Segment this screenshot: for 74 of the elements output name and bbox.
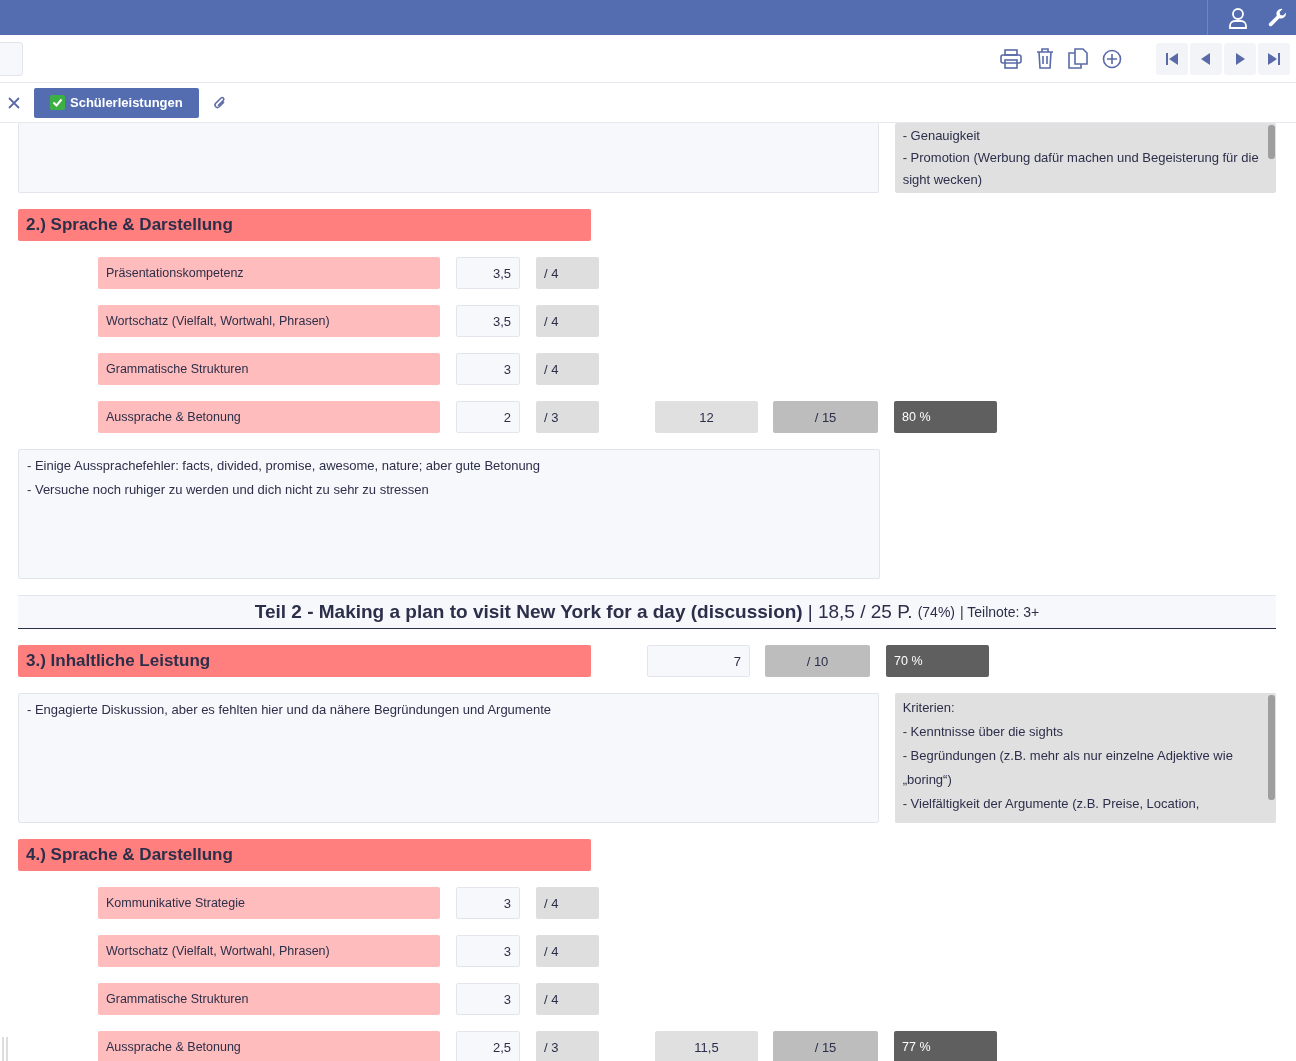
input-field[interactable]: [0, 41, 23, 76]
print-icon[interactable]: [1000, 48, 1022, 69]
criterion-label: Grammatische Strukturen: [98, 983, 440, 1015]
max-points-label: / 4: [536, 353, 599, 385]
score-field[interactable]: 3,5: [456, 305, 520, 337]
score-field[interactable]: 3: [456, 935, 520, 967]
last-page-button[interactable]: [1258, 42, 1290, 75]
triangle-left-icon: [1199, 51, 1213, 66]
criteria-text: - Promotion (Werbung dafür machen und Begeisterung für die sight wecken): [902, 149, 1260, 189]
copy-icon[interactable]: [1068, 48, 1088, 69]
score-field[interactable]: 3: [456, 983, 520, 1015]
total-score-field[interactable]: 7: [647, 645, 750, 677]
part-title: Teil 2 - Making a plan to visit New York for a day (discussion): [254, 601, 803, 623]
close-icon[interactable]: [8, 96, 20, 109]
criterion-label: Grammatische Strukturen: [98, 353, 440, 385]
total-score-field[interactable]: 11,5: [655, 1031, 758, 1061]
max-points-label: / 3: [536, 401, 599, 433]
max-points-label: / 4: [536, 257, 599, 289]
comment-field[interactable]: [18, 123, 879, 193]
resize-handle-icon[interactable]: [2, 1037, 8, 1061]
max-points-label: / 4: [536, 887, 599, 919]
criterion-label: Präsentationskompetenz: [98, 257, 440, 289]
section-header: 4.) Sprache & Darstellung: [18, 839, 591, 871]
comment-field[interactable]: - Einige Aussprachefehler: facts, divided, promise, awesome, nature; aber gute Betonung - Versuche noch ruhiger zu werden und dich nicht zu sehr zu stressen: [18, 449, 880, 579]
criterion-label: Aussprache & Betonung: [98, 1031, 440, 1061]
max-points-label: / 4: [536, 983, 599, 1015]
trash-icon[interactable]: [1036, 48, 1054, 69]
scrollbar-thumb[interactable]: [1268, 125, 1275, 159]
comment-text: - Einige Aussprachefehler: facts, divided, promise, awesome, nature; aber gute Betonung: [27, 457, 542, 475]
max-points-label: / 3: [536, 1031, 599, 1061]
paperclip-icon[interactable]: [212, 94, 227, 111]
total-score-field[interactable]: 12: [655, 401, 758, 433]
criterion-label: Kommunikative Strategie: [98, 887, 440, 919]
criteria-text: - Begründungen (z.B. mehr als nur einzelne Adjektive wie „boring“): [902, 747, 1234, 789]
triangle-right-icon: [1233, 51, 1247, 66]
comment-field[interactable]: - Engagierte Diskussion, aber es fehlten hier und da nähere Begründungen und Argumente: [18, 693, 879, 823]
score-field[interactable]: 3: [456, 887, 520, 919]
percent-label: 77 %: [894, 1031, 997, 1061]
tab[interactable]: Schülerleistungen: [34, 87, 199, 118]
max-points-label: / 4: [536, 935, 599, 967]
max-points-label: / 4: [536, 305, 599, 337]
criteria-text: Kriterien:: [902, 699, 956, 717]
part-grade: | Teilnote: 3+: [960, 604, 1040, 620]
score-field[interactable]: 2,5: [456, 1031, 520, 1061]
part-score: | 18,5 / 25 P.: [807, 601, 913, 623]
scrollbar-thumb[interactable]: [1268, 695, 1275, 800]
criterion-label: Aussprache & Betonung: [98, 401, 440, 433]
wrench-icon[interactable]: [1268, 7, 1288, 28]
comment-text: - Versuche noch ruhiger zu werden und dich nicht zu sehr zu stressen: [27, 481, 430, 499]
percent-label: 70 %: [886, 645, 989, 677]
add-icon[interactable]: [1102, 48, 1122, 69]
total-max-label: / 15: [773, 1031, 878, 1061]
percent-label: 80 %: [894, 401, 997, 433]
user-icon[interactable]: [1228, 6, 1248, 29]
skip-back-icon: [1165, 51, 1179, 66]
criterion-label: Wortschatz (Vielfalt, Wortwahl, Phrasen): [98, 305, 440, 337]
section-header: 2.) Sprache & Darstellung: [18, 209, 591, 241]
first-page-button[interactable]: [1156, 42, 1188, 75]
total-max-label: / 15: [773, 401, 878, 433]
section-header: 3.) Inhaltliche Leistung: [18, 645, 591, 677]
total-max-label: / 10: [765, 645, 870, 677]
checkmark-icon: [50, 95, 65, 110]
previous-button[interactable]: [1190, 42, 1222, 75]
skip-forward-icon: [1267, 51, 1281, 66]
part-percent: (74%): [917, 604, 955, 620]
criteria-text: - Kenntnisse über die sights: [902, 723, 1065, 741]
criteria-text: - Vielfältigkeit der Argumente (z.B. Preise, Location,: [902, 795, 1201, 813]
score-field[interactable]: 2: [456, 401, 520, 433]
criterion-label: Wortschatz (Vielfalt, Wortwahl, Phrasen): [98, 935, 440, 967]
next-button[interactable]: [1224, 42, 1256, 75]
score-field[interactable]: 3,5: [456, 257, 520, 289]
comment-text: - Engagierte Diskussion, aber es fehlten hier und da nähere Begründungen und Argumente: [27, 701, 552, 719]
criteria-text: - Genauigkeit: [902, 127, 981, 145]
score-field[interactable]: 3: [456, 353, 520, 385]
